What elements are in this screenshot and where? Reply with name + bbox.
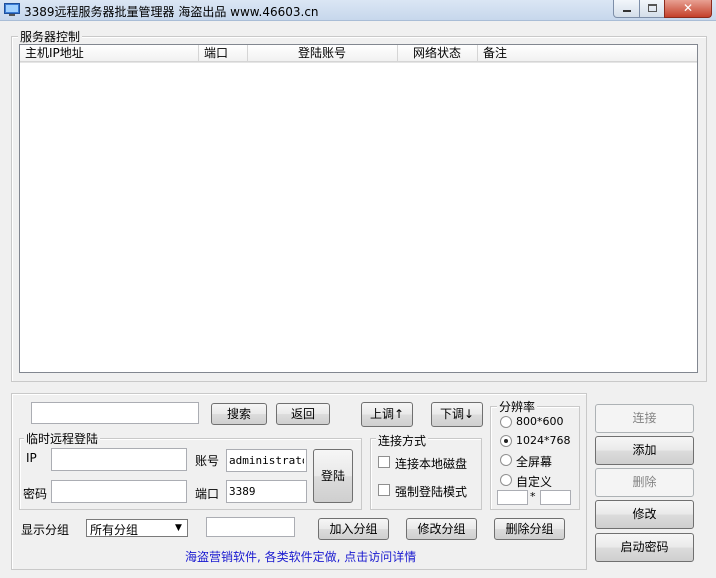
local-disk-checkbox[interactable] bbox=[378, 456, 390, 468]
search-input[interactable] bbox=[31, 402, 199, 424]
maximize-icon bbox=[648, 4, 657, 12]
ip-label: IP bbox=[26, 451, 37, 465]
server-list-header: 主机IP地址 端口 登陆账号 网络状态 备注 bbox=[20, 45, 697, 62]
custom-size-separator: * bbox=[530, 490, 536, 503]
password-label: 密码 bbox=[23, 487, 48, 501]
close-button[interactable]: ✕ bbox=[664, 0, 712, 18]
move-up-button[interactable]: 上调↑ bbox=[361, 402, 413, 427]
resolution-fullscreen-label[interactable]: 全屏幕 bbox=[516, 453, 552, 470]
custom-height-input[interactable] bbox=[540, 490, 571, 505]
delete-group-button[interactable]: 删除分组 bbox=[494, 518, 565, 540]
column-port[interactable]: 端口 bbox=[199, 45, 248, 62]
force-login-label[interactable]: 强制登陆模式 bbox=[395, 483, 467, 500]
resolution-custom-label[interactable]: 自定义 bbox=[516, 473, 552, 490]
delete-button[interactable]: 删除 bbox=[595, 468, 694, 497]
column-network-status[interactable]: 网络状态 bbox=[398, 45, 478, 62]
port-label: 端口 bbox=[195, 487, 220, 501]
back-button[interactable]: 返回 bbox=[276, 403, 330, 425]
group-select[interactable]: 所有分组 ▼ bbox=[86, 519, 188, 537]
app-icon bbox=[4, 3, 20, 16]
group-select-value: 所有分组 bbox=[90, 523, 139, 537]
resolution-1024-radio[interactable] bbox=[500, 435, 512, 447]
group-name-input[interactable] bbox=[206, 517, 295, 537]
temp-login-label: 临时远程登陆 bbox=[24, 430, 101, 447]
title-bar[interactable]: 3389远程服务器批量管理器 海盗出品 www.46603.cn ✕ bbox=[0, 0, 716, 21]
connect-button[interactable]: 连接 bbox=[595, 404, 694, 433]
window-title: 3389远程服务器批量管理器 海盗出品 www.46603.cn bbox=[24, 5, 319, 19]
resolution-label: 分辨率 bbox=[497, 398, 538, 415]
modify-button[interactable]: 修改 bbox=[595, 500, 694, 529]
footer-link[interactable]: 海盗营销软件, 各类软件定做, 点击访问详情 bbox=[185, 548, 416, 565]
custom-width-input[interactable] bbox=[497, 490, 528, 505]
boot-password-button[interactable]: 启动密码 bbox=[595, 533, 694, 562]
server-control-label: 服务器控制 bbox=[18, 28, 83, 45]
password-input[interactable] bbox=[51, 480, 187, 503]
minimize-button[interactable] bbox=[613, 0, 640, 18]
maximize-button[interactable] bbox=[639, 0, 665, 18]
ip-input[interactable] bbox=[51, 448, 187, 471]
login-button[interactable]: 登陆 bbox=[313, 449, 353, 503]
add-group-button[interactable]: 加入分组 bbox=[318, 518, 389, 540]
account-input[interactable] bbox=[226, 449, 307, 472]
chevron-down-icon[interactable]: ▼ bbox=[171, 521, 186, 535]
resolution-800-radio[interactable] bbox=[500, 416, 512, 428]
display-group-label: 显示分组 bbox=[21, 523, 70, 537]
column-login-account[interactable]: 登陆账号 bbox=[248, 45, 398, 62]
connect-mode-label: 连接方式 bbox=[376, 432, 429, 449]
column-host-ip[interactable]: 主机IP地址 bbox=[20, 45, 199, 62]
port-input[interactable] bbox=[226, 480, 307, 503]
force-login-checkbox[interactable] bbox=[378, 484, 390, 496]
server-list-divider bbox=[20, 62, 697, 63]
resolution-fullscreen-radio[interactable] bbox=[500, 454, 512, 466]
resolution-custom-radio[interactable] bbox=[500, 474, 512, 486]
add-button[interactable]: 添加 bbox=[595, 436, 694, 465]
move-down-button[interactable]: 下调↓ bbox=[431, 402, 483, 427]
minimize-icon bbox=[623, 10, 631, 12]
column-remark[interactable]: 备注 bbox=[478, 45, 697, 62]
server-list[interactable]: 主机IP地址 端口 登陆账号 网络状态 备注 bbox=[19, 44, 698, 373]
local-disk-label[interactable]: 连接本地磁盘 bbox=[395, 455, 467, 472]
search-button[interactable]: 搜索 bbox=[211, 403, 267, 425]
resolution-800-label[interactable]: 800*600 bbox=[516, 415, 564, 428]
resolution-1024-label[interactable]: 1024*768 bbox=[516, 434, 571, 447]
close-icon: ✕ bbox=[682, 1, 694, 15]
account-label: 账号 bbox=[195, 454, 220, 468]
modify-group-button[interactable]: 修改分组 bbox=[406, 518, 477, 540]
